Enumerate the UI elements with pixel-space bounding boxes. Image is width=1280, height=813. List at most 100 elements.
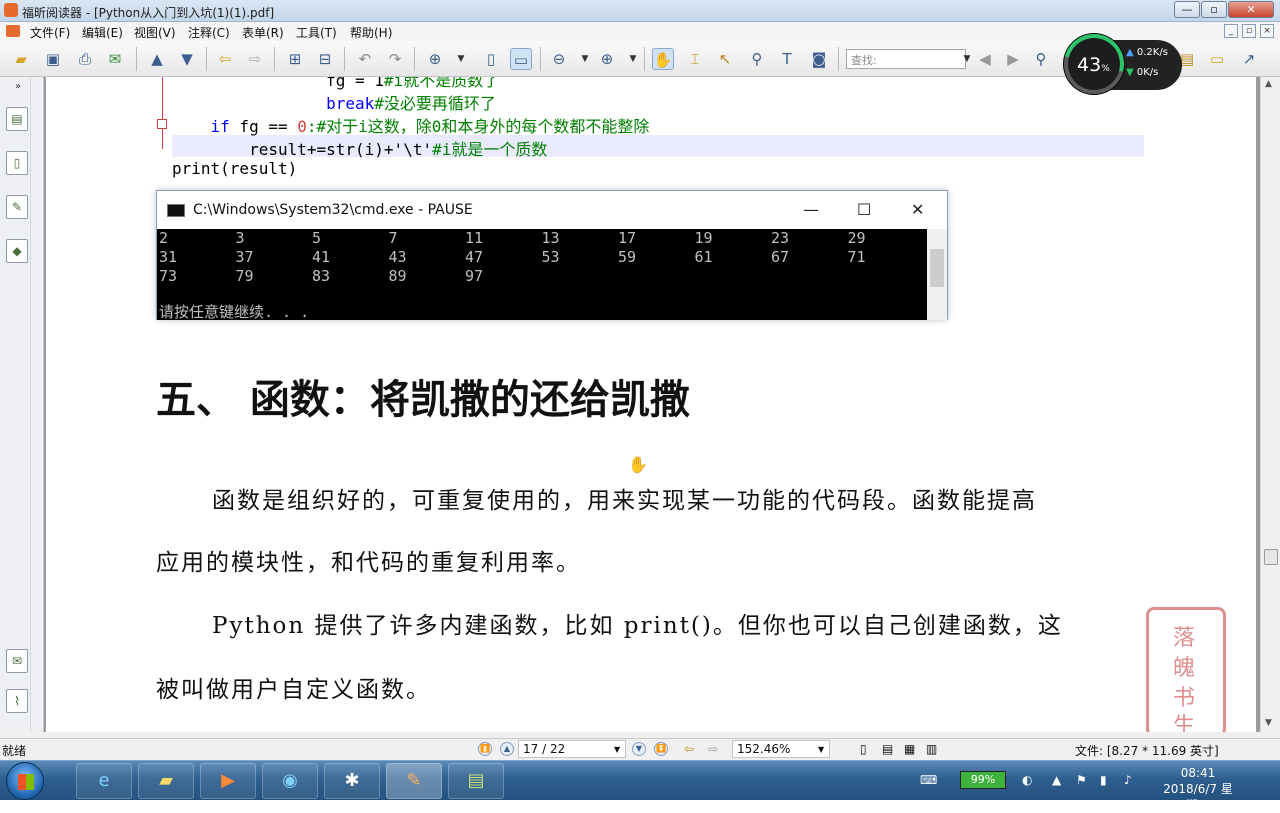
doc-restore-button[interactable]: ▫ bbox=[1242, 24, 1256, 38]
cmd-output-row: 31 37 41 43 47 53 59 61 67 71 bbox=[159, 248, 919, 267]
forward-status-icon[interactable]: ⇨ bbox=[708, 742, 718, 756]
menu-help[interactable]: 帮助(H) bbox=[350, 24, 392, 41]
ie-taskbar-icon[interactable]: e bbox=[76, 763, 132, 799]
show-hidden-icons-icon[interactable]: ▲ bbox=[1052, 773, 1061, 787]
attachments-panel-icon[interactable]: ◆ bbox=[6, 239, 28, 263]
panel-splitter[interactable] bbox=[30, 77, 42, 732]
text-tool-icon[interactable]: T bbox=[776, 48, 798, 70]
chevron-down-icon[interactable]: ▼ bbox=[614, 745, 620, 754]
page-number-field[interactable]: 17 / 22 bbox=[518, 740, 626, 758]
layers-icon[interactable]: ✎ bbox=[6, 195, 28, 219]
toolbar-divider bbox=[540, 47, 541, 71]
notes-taskbar-icon[interactable]: ▤ bbox=[448, 763, 504, 799]
advanced-search-icon[interactable]: ⚲ bbox=[1030, 48, 1052, 70]
zoom-in-icon[interactable]: ⊕ bbox=[596, 48, 618, 70]
find-next-icon[interactable]: ▶ bbox=[1002, 48, 1024, 70]
snapshot-icon[interactable]: ◙ bbox=[808, 48, 830, 70]
maximize-button[interactable]: ▫ bbox=[1201, 1, 1227, 18]
pointer-icon[interactable]: ↗ bbox=[1238, 48, 1260, 70]
bookmarks-icon[interactable]: ▯ bbox=[6, 151, 28, 175]
menu-tools[interactable]: 工具(T) bbox=[296, 24, 337, 41]
minimize-button[interactable]: — bbox=[1174, 1, 1200, 18]
chevron-down-icon[interactable]: ▼ bbox=[450, 48, 472, 70]
document-view[interactable]: fg = 1#i就不是质数了 break#没必要再循环了 if fg == 0:… bbox=[44, 77, 1260, 732]
menu-view[interactable]: 视图(V) bbox=[134, 24, 176, 41]
volume-icon[interactable]: ♪ bbox=[1124, 773, 1132, 787]
prime-number: 19 bbox=[694, 229, 713, 247]
select-text-icon[interactable]: ⌶ bbox=[684, 48, 706, 70]
windows-taskbar: e ▰ ▶ ◉ ✱ ✎ ▤ ⌨ 99% ◐ ▲ ⚑ ▮ ♪ 08:41 2018… bbox=[0, 760, 1280, 812]
back-icon[interactable]: ⇦ bbox=[214, 48, 236, 70]
scroll-up-icon[interactable]: ▲ bbox=[1265, 79, 1272, 89]
zoom-out-icon[interactable]: ⊖ bbox=[548, 48, 570, 70]
collapse-panel-icon[interactable]: » bbox=[15, 81, 21, 92]
doc-minimize-button[interactable]: _ bbox=[1224, 24, 1238, 38]
vertical-scrollbar[interactable]: ▲ ▼ bbox=[1260, 77, 1280, 732]
scroll-thumb[interactable] bbox=[1264, 549, 1278, 565]
menu-comment[interactable]: 注释(C) bbox=[188, 24, 230, 41]
browser-taskbar-icon[interactable]: ◉ bbox=[262, 763, 318, 799]
chevron-down-icon[interactable]: ▼ bbox=[574, 48, 596, 70]
app-taskbar-icon[interactable]: ✱ bbox=[324, 763, 380, 799]
menu-edit[interactable]: 编辑(E) bbox=[82, 24, 123, 41]
action-center-icon[interactable]: ⚑ bbox=[1076, 773, 1087, 787]
menu-file[interactable]: 文件(F) bbox=[30, 24, 70, 41]
find-previous-icon[interactable]: ◀ bbox=[974, 48, 996, 70]
facing-icon[interactable]: ▦ bbox=[904, 742, 915, 756]
start-button[interactable] bbox=[6, 762, 44, 800]
undo-icon[interactable]: ↶ bbox=[354, 48, 376, 70]
last-page-icon[interactable]: ⏬ bbox=[654, 742, 668, 756]
code-text: fg == bbox=[229, 117, 298, 136]
scroll-down-icon[interactable]: ▼ bbox=[1265, 718, 1272, 728]
chevron-down-icon[interactable]: ▼ bbox=[622, 48, 644, 70]
previous-page-icon[interactable]: ▲ bbox=[146, 48, 168, 70]
keyboard-icon[interactable]: ⌨ bbox=[920, 773, 937, 787]
email-icon[interactable]: ✉ bbox=[104, 48, 126, 70]
open-icon[interactable]: ▰ bbox=[10, 48, 32, 70]
comments-icon[interactable]: ✉ bbox=[6, 649, 28, 673]
save-icon[interactable]: ▣ bbox=[42, 48, 64, 70]
close-button[interactable]: ✕ bbox=[1228, 1, 1274, 18]
prime-number: 73 bbox=[159, 267, 178, 285]
arrow-select-icon[interactable]: ↖ bbox=[714, 48, 736, 70]
fit-width-icon[interactable]: ▭ bbox=[510, 48, 532, 70]
network-icon[interactable]: ▮ bbox=[1100, 773, 1107, 787]
code-comment: #i就是一个质数 bbox=[432, 140, 548, 159]
foxit-taskbar-icon[interactable]: ✎ bbox=[386, 763, 442, 799]
print-icon[interactable]: ⎙ bbox=[74, 48, 96, 70]
insert-page-icon[interactable]: ⊞ bbox=[284, 48, 306, 70]
extract-page-icon[interactable]: ⊟ bbox=[314, 48, 336, 70]
chevron-down-icon[interactable]: ▼ bbox=[818, 745, 824, 754]
forward-icon[interactable]: ⇨ bbox=[244, 48, 266, 70]
fit-page-icon[interactable]: ▯ bbox=[480, 48, 502, 70]
cmd-icon bbox=[167, 204, 185, 217]
doc-close-button[interactable]: × bbox=[1260, 24, 1274, 38]
redo-icon[interactable]: ↷ bbox=[384, 48, 406, 70]
battery-indicator[interactable]: 99% bbox=[960, 771, 1006, 789]
explorer-taskbar-icon[interactable]: ▰ bbox=[138, 763, 194, 799]
window-title: 福昕阅读器 - [Python从入门到入坑(1)(1).pdf] bbox=[22, 6, 275, 20]
clock[interactable]: 08:41 2018/6/7 星期四 bbox=[1158, 765, 1238, 813]
pages-thumbnail-icon[interactable]: ▤ bbox=[6, 107, 28, 131]
first-page-icon[interactable]: ⏫ bbox=[478, 742, 492, 756]
cmd-close-icon: ✕ bbox=[911, 200, 925, 219]
prev-page-icon[interactable]: ▲ bbox=[500, 742, 514, 756]
next-page-icon[interactable]: ▼ bbox=[176, 48, 198, 70]
media-player-taskbar-icon[interactable]: ▶ bbox=[200, 763, 256, 799]
binoculars-icon[interactable]: ⚲ bbox=[746, 48, 768, 70]
next-page-status-icon[interactable]: ▼ bbox=[632, 742, 646, 756]
tray-app-icon[interactable]: ◐ bbox=[1022, 773, 1032, 787]
menu-form[interactable]: 表单(R) bbox=[242, 24, 284, 41]
back-status-icon[interactable]: ⇦ bbox=[684, 742, 694, 756]
zoom-level-field[interactable]: 152.46% bbox=[732, 740, 830, 758]
paperclip-icon[interactable]: ⌇ bbox=[6, 689, 28, 713]
search-input[interactable]: 查找: bbox=[846, 49, 966, 69]
code-line: if fg == 0:#对于i这数，除0和本身外的每个数都不能整除 bbox=[172, 113, 650, 137]
continuous-icon[interactable]: ▤ bbox=[882, 742, 893, 756]
single-page-icon[interactable]: ▯ bbox=[860, 742, 867, 756]
note-icon[interactable]: ▭ bbox=[1206, 48, 1228, 70]
hand-tool-icon[interactable]: ✋ bbox=[652, 48, 674, 70]
continuous-facing-icon[interactable]: ▥ bbox=[926, 742, 937, 756]
zoom-in-tool-icon[interactable]: ⊕ bbox=[424, 48, 446, 70]
download-speed: ▼ 0K/s bbox=[1126, 67, 1158, 78]
